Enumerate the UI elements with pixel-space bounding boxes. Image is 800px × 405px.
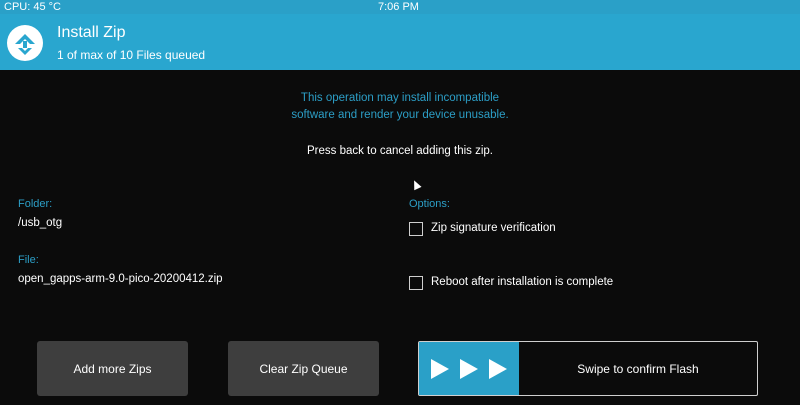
status-bar: CPU: 45 °C 7:06 PM — [0, 0, 800, 14]
queue-status: 1 of max of 10 Files queued — [57, 48, 206, 62]
warning-line-1: This operation may install incompatible — [300, 92, 500, 104]
arrow-right-icon — [430, 358, 449, 379]
cpu-temperature: CPU: 45 °C — [4, 1, 61, 13]
swipe-to-flash-slider[interactable]: Swipe to confirm Flash — [418, 341, 758, 396]
warning-message: This operation may install incompatible … — [200, 90, 600, 124]
file-label: File: — [18, 254, 39, 266]
clock: 7:06 PM — [378, 1, 419, 13]
folder-label: Folder: — [18, 198, 53, 210]
options-label: Options: — [409, 198, 450, 210]
folder-value: /usb_otg — [18, 217, 63, 229]
add-more-zips-button[interactable]: Add more Zips — [37, 341, 188, 396]
zip-signature-checkbox[interactable] — [409, 222, 423, 236]
reboot-label[interactable]: Reboot after installation is complete — [431, 276, 613, 288]
header-bar: Install Zip 1 of max of 10 Files queued — [0, 14, 800, 70]
page-title: Install Zip — [57, 24, 126, 41]
back-note: Press back to cancel adding this zip. — [306, 145, 494, 157]
swipe-handle[interactable] — [419, 342, 519, 395]
reboot-checkbox[interactable] — [409, 276, 423, 290]
warning-line-2: software and render your device unusable… — [291, 109, 509, 121]
clear-zip-queue-button[interactable]: Clear Zip Queue — [228, 341, 379, 396]
mouse-cursor-icon — [410, 178, 422, 191]
twrp-logo-icon — [7, 25, 43, 61]
swipe-label: Swipe to confirm Flash — [577, 361, 699, 376]
arrow-right-icon — [489, 358, 508, 379]
arrow-right-icon — [459, 358, 478, 379]
file-value: open_gapps-arm-9.0-pico-20200412.zip — [18, 273, 223, 285]
zip-signature-label[interactable]: Zip signature verification — [431, 222, 556, 234]
